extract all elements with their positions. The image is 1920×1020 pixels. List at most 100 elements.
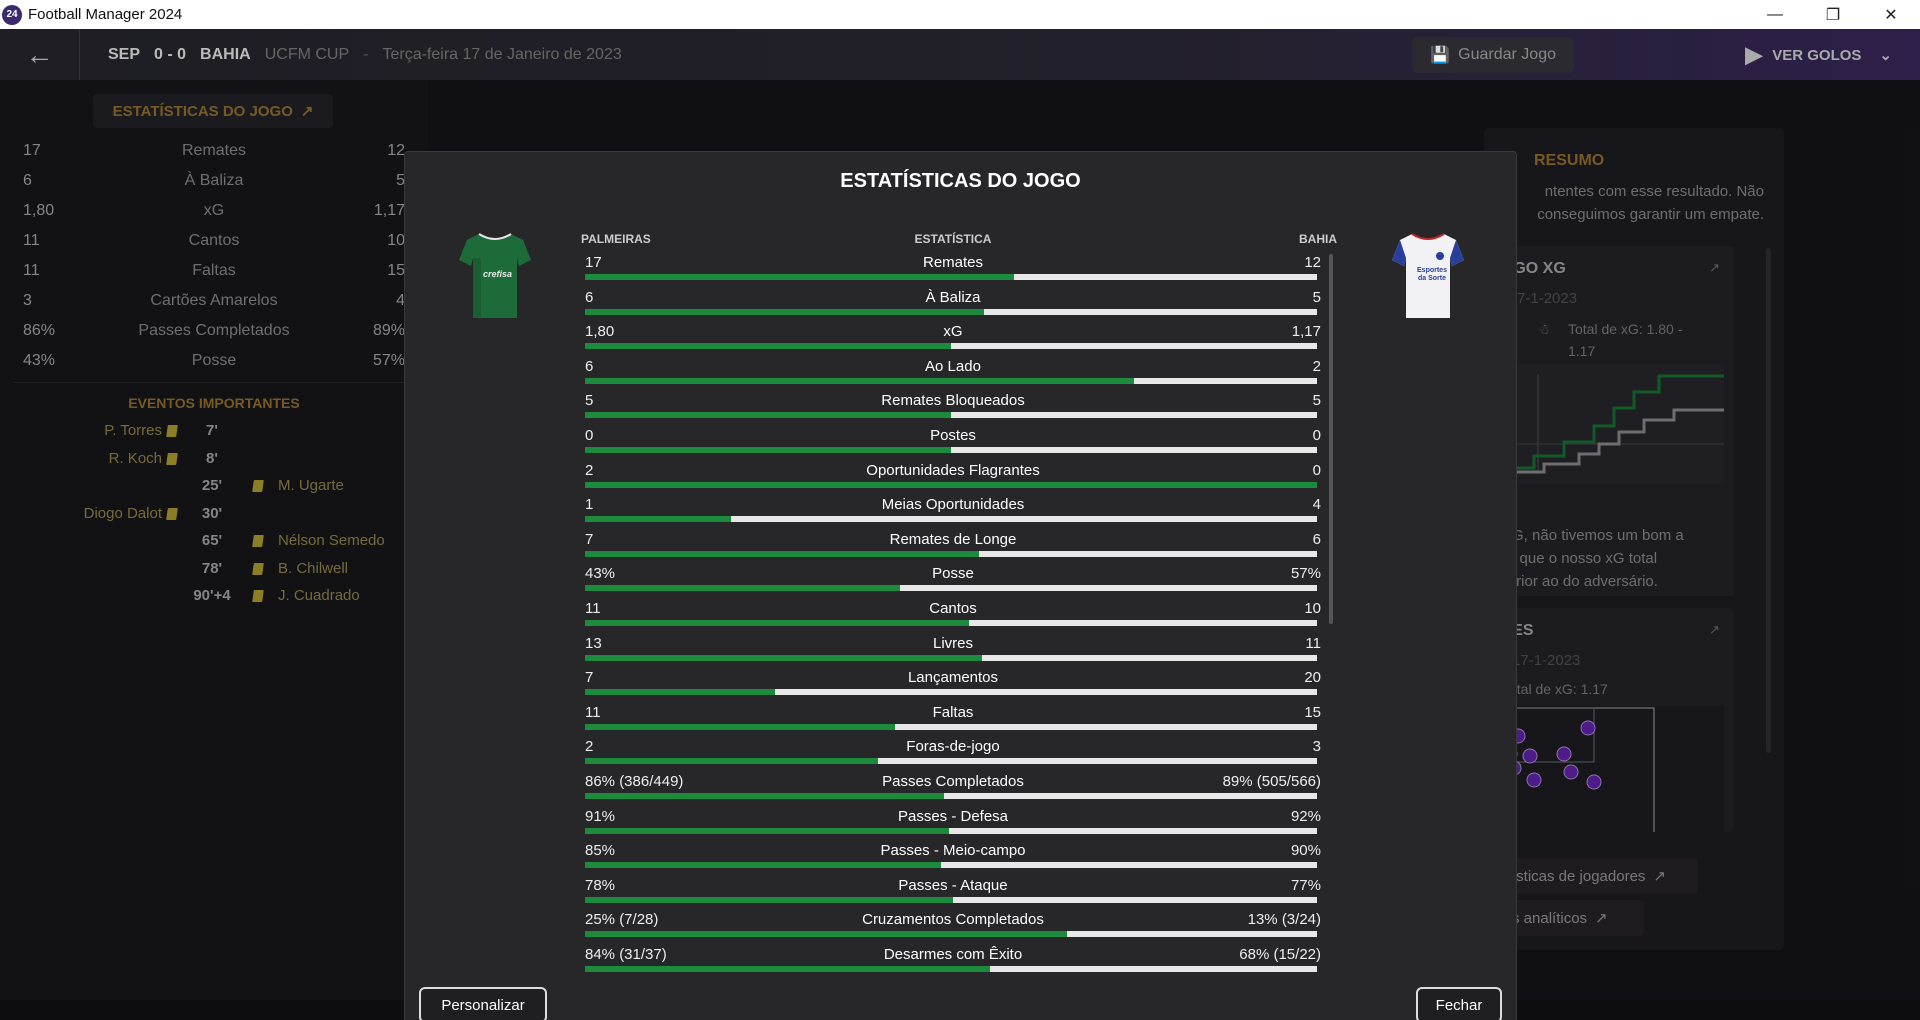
stat-row: 78% Passes - Ataque 77%: [585, 873, 1321, 908]
away-stat-value: 0: [1312, 461, 1321, 479]
close-button[interactable]: Fechar: [1416, 987, 1502, 1020]
away-stat-value: 20: [1304, 669, 1321, 687]
stat-row: 43% Posse 57%: [585, 561, 1321, 596]
home-team-abbr: SEP: [108, 45, 141, 63]
customize-button[interactable]: Personalizar: [419, 987, 547, 1020]
away-stat-value: 5: [1312, 392, 1321, 410]
home-share-fill: [585, 792, 944, 799]
stat-label: Cantos: [929, 599, 977, 617]
comparison-bar: [585, 654, 1317, 661]
competition-name: UCFM CUP: [264, 45, 350, 63]
away-stat-value: 15: [1304, 703, 1321, 721]
stat-row: 25% (7/28) Cruzamentos Completados 13% (3/…: [585, 907, 1321, 942]
match-score: 0 - 0: [154, 45, 187, 63]
comparison-bar: [585, 758, 1317, 765]
home-share-fill: [585, 862, 941, 869]
home-share-fill: [585, 412, 951, 419]
stat-label: Passes - Meio-campo: [880, 842, 1026, 860]
away-team-header: BAHIA: [1299, 232, 1337, 246]
stat-row: 13 Livres 11: [585, 631, 1321, 666]
app-title: Football Manager 2024: [28, 6, 183, 23]
home-share-fill: [585, 965, 990, 972]
stat-label: Ao Lado: [925, 357, 981, 375]
comparison-bar: [585, 965, 1317, 972]
home-share-fill: [585, 377, 1134, 384]
restore-icon[interactable]: ❐: [1804, 0, 1862, 29]
stat-label: xG: [943, 323, 963, 341]
stat-row: 7 Remates de Longe 6: [585, 527, 1321, 562]
comparison-bar: [585, 931, 1317, 938]
match-date: Terça-feira 17 de Janeiro de 2023: [382, 45, 622, 63]
stat-label: Meias Oportunidades: [881, 496, 1025, 514]
stat-label: Remates Bloqueados: [881, 392, 1025, 410]
stat-row: 11 Cantos 10: [585, 596, 1321, 631]
dialog-scrollbar[interactable]: [1329, 254, 1333, 624]
modal-overlay: ESTATÍSTICAS DO JOGO crefisa Esportes da…: [0, 80, 1920, 1020]
stat-label: Posse: [932, 565, 974, 583]
stat-row: 11 Faltas 15: [585, 700, 1321, 735]
stat-row: 6À Baliza 5: [585, 285, 1321, 320]
comparison-bar: [585, 412, 1317, 419]
comparison-bar: [585, 585, 1317, 592]
stat-label: Oportunidades Flagrantes: [866, 461, 1040, 479]
match-stats-dialog: ESTATÍSTICAS DO JOGO crefisa Esportes da…: [404, 151, 1517, 1020]
minimize-icon[interactable]: —: [1746, 0, 1804, 29]
home-share-fill: [585, 274, 1014, 280]
match-info: SEP 0 - 0 BAHIA UCFM CUP - Terça-feira 1…: [108, 46, 622, 64]
away-stat-value: 57%: [1290, 565, 1321, 583]
close-window-icon[interactable]: ✕: [1862, 0, 1920, 29]
away-stat-value: 5: [1312, 288, 1321, 306]
stat-row: 7 Lançamentos 20: [585, 665, 1321, 700]
stat-row: 5 Remates Bloqueados 5: [585, 388, 1321, 423]
window-titlebar: 24 Football Manager 2024 — ❐ ✕: [0, 0, 1920, 29]
stat-label: Desarmes com Êxito: [883, 945, 1023, 963]
away-stat-value: 92%: [1290, 807, 1321, 825]
away-stat-value: 11: [1305, 634, 1321, 652]
comparison-bar: [585, 481, 1317, 488]
home-share-fill: [585, 516, 731, 523]
home-share-fill: [585, 931, 1067, 938]
view-goals-button[interactable]: ▶ VER GOLOS ⌄: [1745, 37, 1892, 73]
away-stat-value: 12: [1304, 254, 1321, 271]
home-share-fill: [585, 689, 775, 696]
home-share-fill: [585, 723, 895, 730]
away-stat-value: 3: [1312, 738, 1321, 756]
away-stat-value: 68% (15/22): [1239, 945, 1321, 963]
comparison-bar: [585, 377, 1317, 384]
stat-row: 0 Postes 0: [585, 423, 1321, 458]
comparison-bar: [585, 862, 1317, 869]
home-share-fill: [585, 550, 979, 557]
away-stat-value: 6: [1312, 530, 1321, 548]
stat-row: 84% (31/37) Desarmes com Êxito 68% (15/22): [585, 942, 1321, 977]
away-stat-value: 90%: [1290, 842, 1321, 860]
comparison-bar: [585, 274, 1317, 280]
chevron-down-icon: ⌄: [1879, 47, 1892, 64]
away-stat-value: 0: [1312, 426, 1321, 444]
stats-list: 17 Remates 12 6 À Baliza 5 1,80 xG 1,17 6 Ao Lado 2…: [585, 250, 1321, 976]
comparison-bar: [585, 723, 1317, 730]
back-arrow-icon[interactable]: ←: [0, 29, 80, 80]
save-game-button[interactable]: 💾 Guardar Jogo: [1412, 37, 1574, 73]
away-stat-value: 1,17: [1291, 323, 1321, 341]
match-header: ← SEP 0 - 0 BAHIA UCFM CUP - Terça-feira…: [0, 29, 1920, 80]
away-stat-value: 89% (505/566): [1222, 772, 1321, 790]
home-share-fill: [585, 343, 951, 350]
dialog-title: ESTATÍSTICAS DO JOGO: [840, 170, 1081, 192]
stat-label: Passes - Ataque: [898, 876, 1008, 894]
home-share-fill: [585, 308, 984, 315]
away-team-abbr: BAHIA: [200, 45, 251, 63]
stat-label: À Baliza: [925, 288, 981, 306]
stat-label: Foras-de-jogo: [906, 738, 1000, 756]
stat-row: 2 Foras-de-jogo 3: [585, 734, 1321, 769]
stat-label: Lançamentos: [907, 669, 999, 687]
away-stat-value: 4: [1312, 496, 1321, 514]
stat-label: Postes: [930, 426, 976, 444]
stat-row: 17 Remates 12: [585, 250, 1321, 285]
away-stat-value: 2: [1312, 357, 1321, 375]
comparison-bar: [585, 689, 1317, 696]
away-stat-value: 10: [1304, 599, 1321, 617]
header-separator: -: [363, 45, 369, 63]
app-logo-icon: 24: [2, 4, 22, 25]
comparison-bar: [585, 516, 1317, 523]
comparison-bar: [585, 343, 1317, 350]
